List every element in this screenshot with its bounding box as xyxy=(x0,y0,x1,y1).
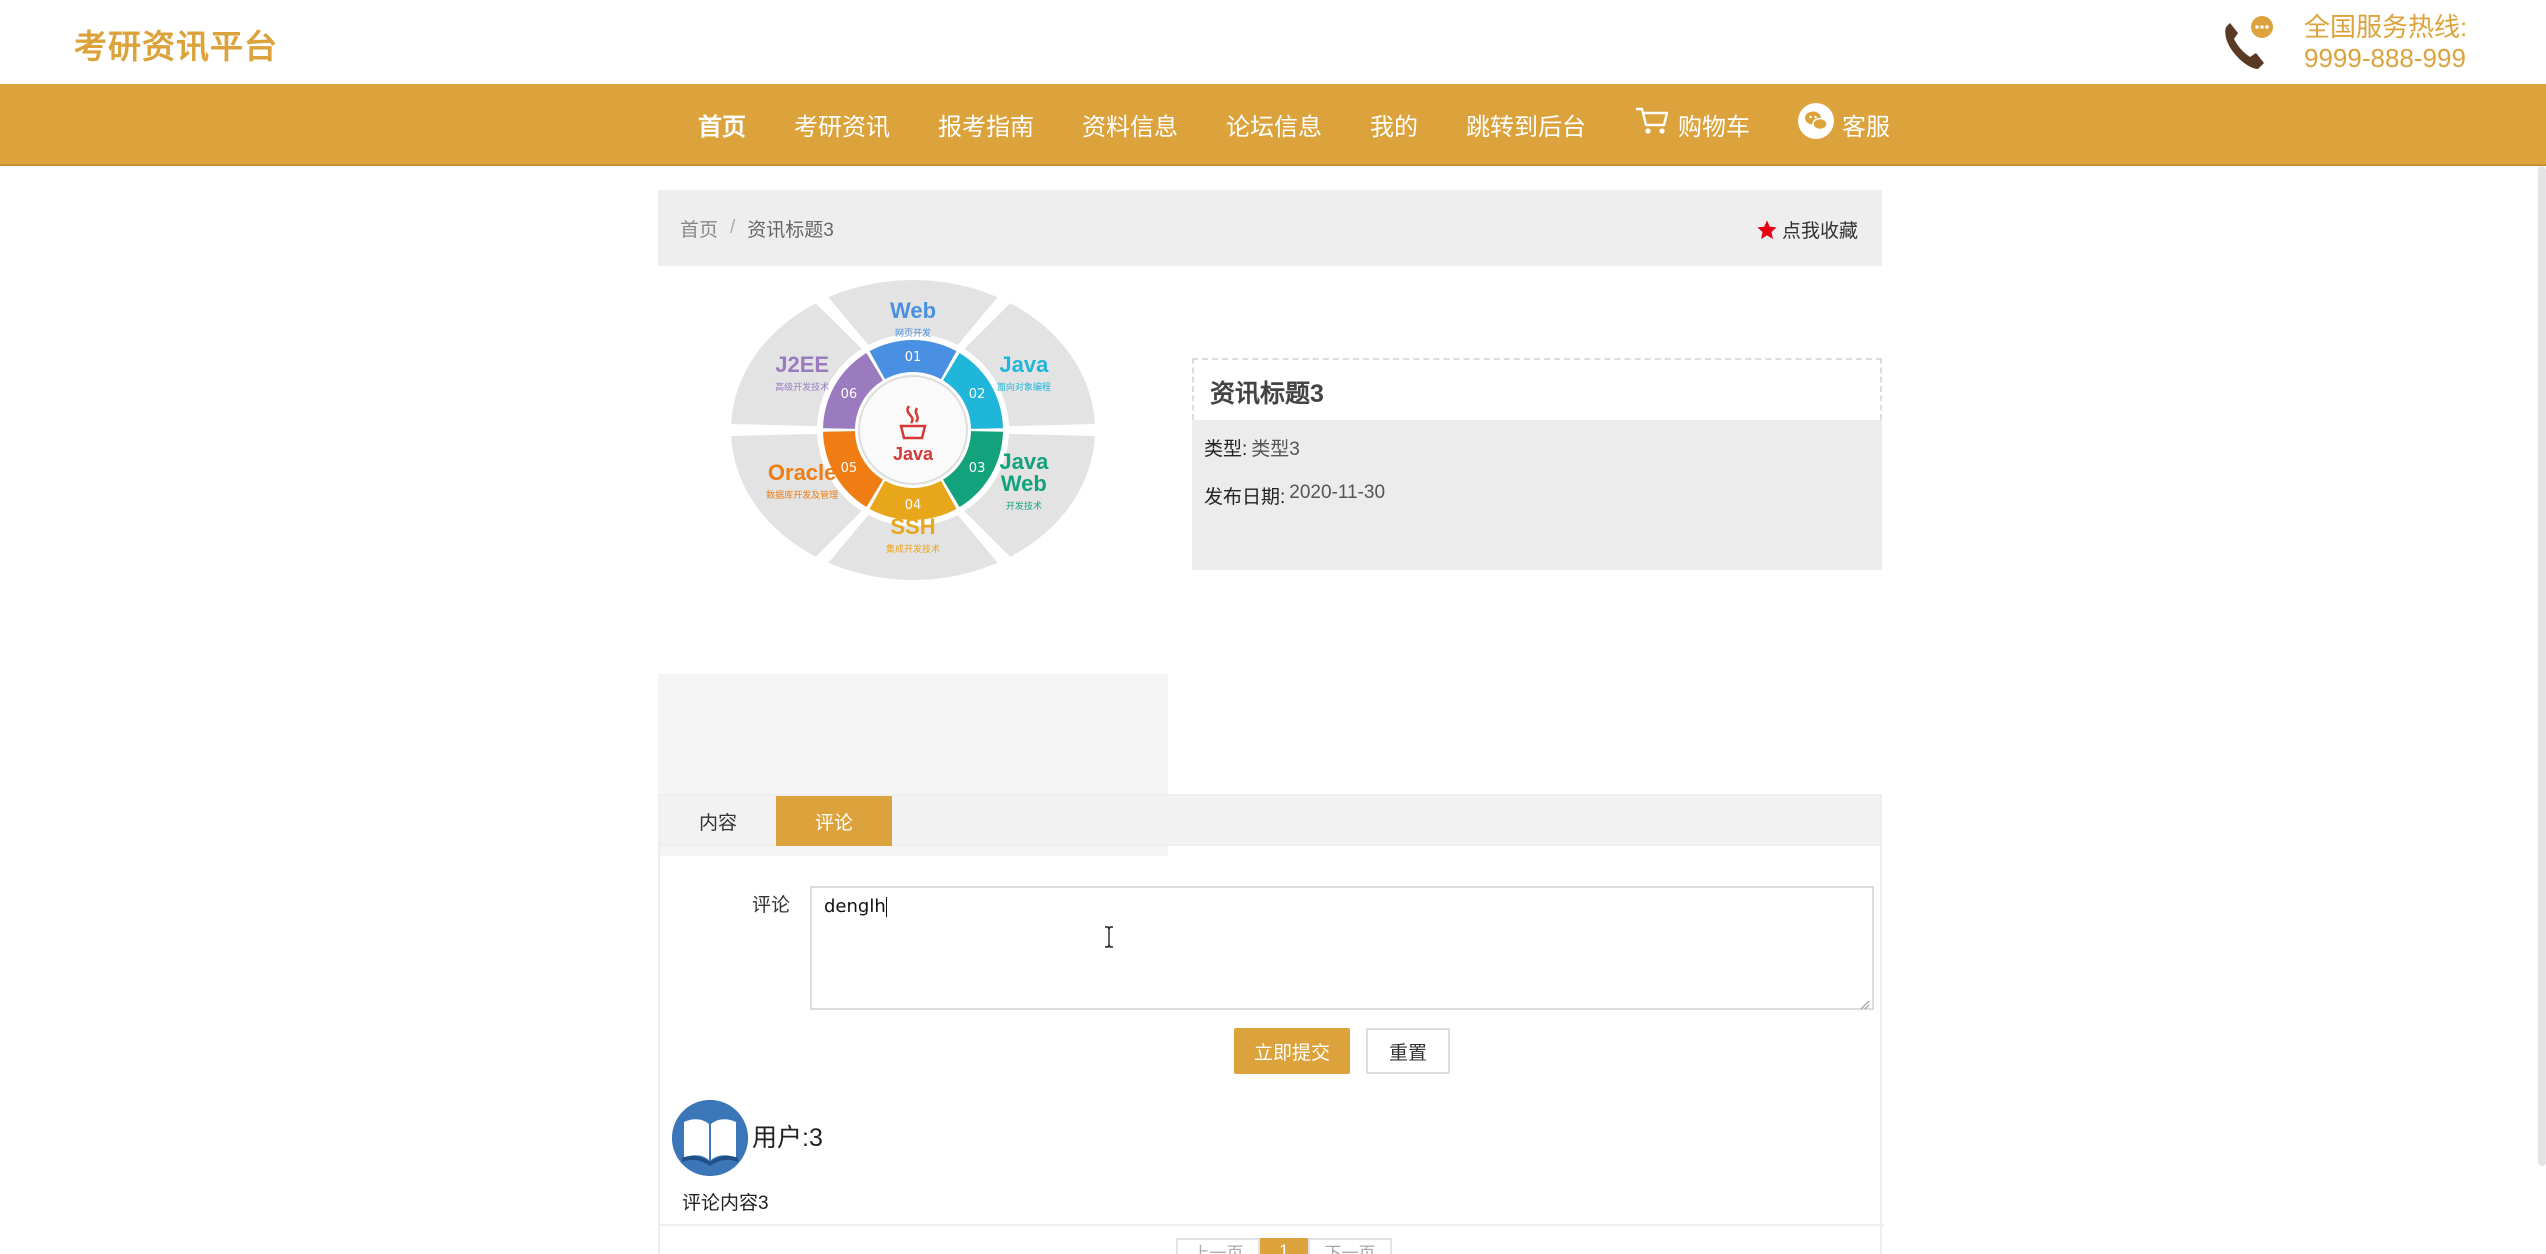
article-image: 01 Web 网页开发 02 Java 面向对象编程 03 Java Web 开发技术 04 SSH 集… xyxy=(658,280,1168,580)
hotline: 全国服务热线: 9999-888-999 xyxy=(2218,12,2467,74)
diagram-segment-subtitle: 面向对象编程 xyxy=(997,381,1051,393)
java-diagram-image: 01 Web 网页开发 02 Java 面向对象编程 03 Java Web 开发技术 04SSH 集… xyxy=(731,280,1095,580)
article-type-row: 类型: 类型3 xyxy=(1204,434,1870,482)
tab-bar: 内容 评论 xyxy=(660,796,1880,846)
nav-item-guide[interactable]: 报考指南 xyxy=(938,107,1034,142)
diagram-segment-number: 05 xyxy=(841,461,858,476)
breadcrumb-home[interactable]: 首页 xyxy=(680,215,718,242)
diagram-segment-subtitle: 高级开发技术 xyxy=(775,381,829,393)
article-detail: 01 Web 网页开发 02 Java 面向对象编程 03 Java Web 开发技术 04 SSH 集… xyxy=(658,266,1882,856)
nav-item-mine[interactable]: 我的 xyxy=(1370,107,1418,142)
breadcrumb-separator: / xyxy=(730,217,736,238)
avatar xyxy=(672,1100,748,1176)
diagram-segment-number: 01 xyxy=(905,350,922,365)
article-type-label: 类型: xyxy=(1204,439,1248,460)
hotline-label: 全国服务热线: xyxy=(2304,12,2468,42)
divider xyxy=(660,1224,1884,1226)
site-logo[interactable]: 考研资讯平台 xyxy=(74,20,278,68)
pagination: 上一页 1 下一页 xyxy=(1176,1238,1392,1254)
text-cursor-icon xyxy=(1104,926,1114,954)
reset-button[interactable]: 重置 xyxy=(1366,1028,1450,1074)
phone-icon xyxy=(2218,13,2278,73)
diagram-segment-title: Web xyxy=(890,298,936,323)
cart-icon xyxy=(1634,105,1670,144)
pager-next[interactable]: 下一页 xyxy=(1308,1238,1392,1254)
nav-item-admin[interactable]: 跳转到后台 xyxy=(1466,107,1586,142)
diagram-segment-number: 03 xyxy=(969,461,986,476)
diagram-segment-title: Java xyxy=(999,352,1049,377)
article-date-label: 发布日期: xyxy=(1204,487,1286,508)
comment-textarea[interactable]: denglh xyxy=(810,886,1874,1010)
resize-grip-icon[interactable] xyxy=(1858,994,1870,1010)
top-header: 考研资讯平台 全国服务热线: 9999-888-999 xyxy=(0,0,2546,84)
submit-button[interactable]: 立即提交 xyxy=(1234,1028,1350,1074)
diagram-segment-subtitle: 开发技术 xyxy=(1006,500,1042,512)
diagram-segment-title: SSH xyxy=(890,514,935,539)
diagram-segment-number: 06 xyxy=(841,387,858,402)
article-type-value: 类型3 xyxy=(1251,439,1300,460)
favorite-button[interactable]: 点我收藏 xyxy=(1756,216,1858,243)
comment-textarea-value: denglh xyxy=(824,896,886,917)
nav-item-service-label: 客服 xyxy=(1842,113,1890,141)
diagram-center-circle xyxy=(858,375,968,485)
diagram-center-label: Java xyxy=(893,444,934,464)
favorite-label: 点我收藏 xyxy=(1781,221,1858,242)
article-date-value: 2020-11-30 xyxy=(1289,482,1386,503)
main-nav: 首页 考研资讯 报考指南 资料信息 论坛信息 我的 跳转到后台 购物车 客服 xyxy=(0,84,2546,166)
comment-user: 用户:3 xyxy=(752,1124,823,1152)
article-date-row: 发布日期: 2020-11-30 xyxy=(1204,482,1870,530)
nav-item-service[interactable]: 客服 xyxy=(1798,102,1890,146)
article-title: 资讯标题3 xyxy=(1192,358,1882,420)
pager-page-1[interactable]: 1 xyxy=(1260,1238,1308,1254)
wechat-icon xyxy=(1798,102,1834,146)
main-content: 首页 / 资讯标题3 点我收藏 01 Web 网页开发 02 Java 面向对象编程 03 J… xyxy=(658,190,1882,856)
star-icon xyxy=(1757,219,1777,239)
hotline-number: 9999-888-999 xyxy=(2304,43,2466,73)
breadcrumb: 首页 / 资讯标题3 点我收藏 xyxy=(658,190,1882,266)
page-scrollbar[interactable] xyxy=(2538,166,2546,1166)
tab-comments[interactable]: 评论 xyxy=(776,796,892,846)
diagram-segment-title: Oracle xyxy=(768,460,837,485)
comment-label: 评论 xyxy=(752,895,791,916)
tab-panel: 内容 评论 评论 denglh 立即提交 重置 用户:3 评论内容3 上一页 1… xyxy=(658,794,1884,1254)
nav-item-cart-label: 购物车 xyxy=(1678,113,1750,141)
nav-item-news[interactable]: 考研资讯 xyxy=(794,107,890,142)
diagram-segment-number: 04 xyxy=(905,498,922,513)
nav-item-cart[interactable]: 购物车 xyxy=(1634,105,1750,144)
diagram-segment-title: Web xyxy=(1001,471,1047,496)
breadcrumb-current: 资讯标题3 xyxy=(747,219,834,241)
comment-content: 评论内容3 xyxy=(682,1193,769,1214)
article-info: 资讯标题3 类型: 类型3 发布日期: 2020-11-30 xyxy=(1192,358,1882,570)
nav-item-materials[interactable]: 资料信息 xyxy=(1082,107,1178,142)
nav-item-forum[interactable]: 论坛信息 xyxy=(1226,107,1322,142)
book-icon xyxy=(672,1100,748,1176)
diagram-segment-number: 02 xyxy=(969,387,986,402)
diagram-segment-subtitle: 集成开发技术 xyxy=(886,543,940,555)
pager-prev[interactable]: 上一页 xyxy=(1176,1238,1260,1254)
diagram-segment-title: J2EE xyxy=(775,352,829,377)
nav-item-home[interactable]: 首页 xyxy=(698,107,746,142)
diagram-segment-subtitle: 网页开发 xyxy=(895,327,931,339)
tab-content[interactable]: 内容 xyxy=(660,796,776,846)
diagram-segment-subtitle: 数据库开发及管理 xyxy=(766,489,838,501)
